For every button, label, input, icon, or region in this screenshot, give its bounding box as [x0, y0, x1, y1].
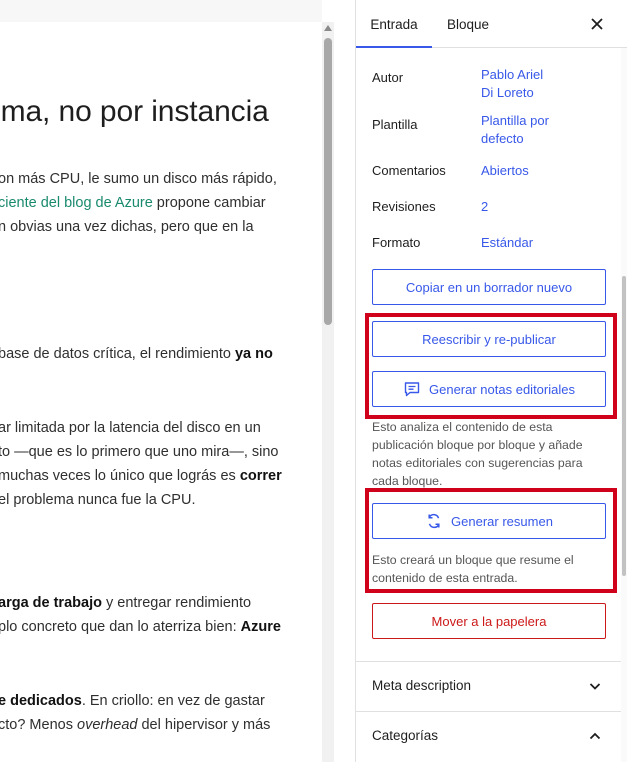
comment-icon	[404, 382, 420, 397]
generate-summary-label: Generar resumen	[451, 513, 553, 529]
tab-bloque[interactable]: Bloque	[436, 0, 500, 48]
paragraph-1-line-3[interactable]: n obvias una vez dichas, pero que en la	[0, 215, 254, 239]
scroll-up-arrow-icon[interactable]	[324, 25, 332, 31]
paragraph-2-text: base de datos crítica, el rendimiento	[0, 346, 235, 362]
autor-value[interactable]: Pablo Ariel Di Loreto	[481, 66, 543, 102]
paragraph-5-line-2-text: cto? Menos	[0, 717, 77, 733]
editor-canvas[interactable]: ema, no por instancia on más CPU, le sum…	[0, 0, 322, 762]
azure-blog-link[interactable]: ciente del blog de Azure	[0, 195, 153, 211]
editor-scrollbar-thumb[interactable]	[324, 38, 332, 325]
tab-entrada[interactable]: Entrada	[356, 0, 432, 48]
autor-value-line-2: Di Loreto	[481, 85, 534, 100]
generate-summary-button[interactable]: Generar resumen	[372, 503, 606, 539]
meta-description-panel-toggle[interactable]: Meta description	[356, 661, 627, 711]
paragraph-4-line-1[interactable]: arga de trabajo y entregar rendimiento	[0, 591, 251, 615]
paragraph-5-line-1[interactable]: e dedicados. En criollo: en vez de gasta…	[0, 689, 265, 713]
meta-description-title: Meta description	[372, 678, 472, 693]
paragraph-5-bold: e dedicados	[0, 693, 82, 709]
settings-sidebar: Entrada Bloque instancia Autor Pablo Ari…	[355, 0, 627, 762]
plantilla-value[interactable]: Plantilla por defecto	[481, 112, 549, 148]
paragraph-1-line-2-rest: propone cambiar	[152, 195, 266, 211]
paragraph-2-bold: ya no	[234, 346, 273, 362]
move-to-trash-label: Mover a la papelera	[431, 613, 547, 629]
comentarios-label: Comentarios	[372, 163, 446, 178]
paragraph-3-line-3[interactable]: muchas veces lo único que lográs es corr…	[0, 464, 282, 488]
editorial-notes-help-text: Esto analiza el contenido de esta public…	[372, 420, 583, 488]
close-sidebar-button[interactable]	[588, 15, 606, 33]
generate-editorial-notes-button[interactable]: Generar notas editoriales	[372, 371, 606, 407]
paragraph-4-line-2[interactable]: plo concreto que dan lo aterriza bien: A…	[0, 615, 281, 639]
sidebar-scrollbar-thumb[interactable]	[622, 276, 626, 576]
formato-label: Formato	[372, 235, 421, 250]
paragraph-2-line-1[interactable]: base de datos crítica, el rendimiento ya…	[0, 342, 273, 366]
paragraph-3-line-3-text: muchas veces lo único que lográs es	[0, 468, 240, 484]
summary-help-text: Esto creará un bloque que resume el cont…	[372, 553, 574, 585]
paragraph-5-italic: overhead	[77, 717, 138, 733]
paragraph-5-line-1-rest: . En criollo: en vez de gastar	[81, 693, 265, 709]
plantilla-value-line-2: defecto	[481, 131, 524, 146]
paragraph-3-line-4[interactable]: el problema nunca fue la CPU.	[0, 488, 195, 512]
plantilla-value-line-1: Plantilla por	[481, 113, 549, 128]
rewrite-republish-button[interactable]: Reescribir y re-publicar	[372, 321, 606, 357]
paragraph-3-line-1[interactable]: ar limitada por la latencia del disco en…	[0, 416, 261, 440]
paragraph-5-line-2[interactable]: cto? Menos overhead del hipervisor y más	[0, 713, 270, 737]
copy-to-draft-label: Copiar en un borrador nuevo	[405, 279, 573, 295]
paragraph-1-line-1[interactable]: on más CPU, le sumo un disco más rápido,	[0, 167, 277, 191]
copy-to-draft-button[interactable]: Copiar en un borrador nuevo	[372, 269, 606, 305]
paragraph-1-line-2[interactable]: ciente del blog de Azure propone cambiar	[0, 191, 266, 215]
revisiones-value[interactable]: 2	[481, 198, 488, 216]
comentarios-value[interactable]: Abiertos	[481, 162, 529, 180]
chevron-down-icon	[589, 683, 601, 690]
refresh-icon	[428, 513, 440, 529]
categories-panel-toggle[interactable]: Categorías	[356, 711, 627, 761]
paragraph-4-line-1-rest: y entregar rendimiento	[101, 595, 252, 611]
rewrite-republish-label: Reescribir y re-publicar	[422, 331, 556, 347]
paragraph-4-line-2-text: plo concreto que dan lo aterriza bien:	[0, 619, 241, 635]
paragraph-3-bold: correr	[239, 468, 282, 484]
post-title[interactable]: ema, no por instancia	[0, 95, 269, 129]
close-icon	[591, 18, 603, 30]
categories-title: Categorías	[372, 728, 439, 743]
chevron-up-icon	[589, 732, 601, 740]
revisiones-label: Revisiones	[372, 199, 436, 214]
editor-scrollbar[interactable]	[322, 22, 334, 762]
move-to-trash-button[interactable]: Mover a la papelera	[372, 603, 606, 639]
sidebar-tabs: Entrada Bloque	[356, 0, 627, 48]
paragraph-3-line-2[interactable]: to —que es lo primero que uno mira—, sin…	[0, 440, 278, 464]
plantilla-label: Plantilla	[372, 117, 418, 132]
sidebar-scrollbar[interactable]	[621, 48, 627, 762]
paragraph-5-line-2-rest: del hipervisor y más	[137, 717, 271, 733]
autor-label: Autor	[372, 70, 404, 85]
generate-editorial-notes-label: Generar notas editoriales	[429, 381, 575, 397]
editor-top-bar	[0, 0, 322, 22]
autor-value-line-1: Pablo Ariel	[481, 67, 544, 82]
paragraph-4-bold-azure: Azure	[240, 619, 281, 635]
formato-value[interactable]: Estándar	[481, 234, 533, 252]
paragraph-4-bold: arga de trabajo	[0, 595, 102, 611]
